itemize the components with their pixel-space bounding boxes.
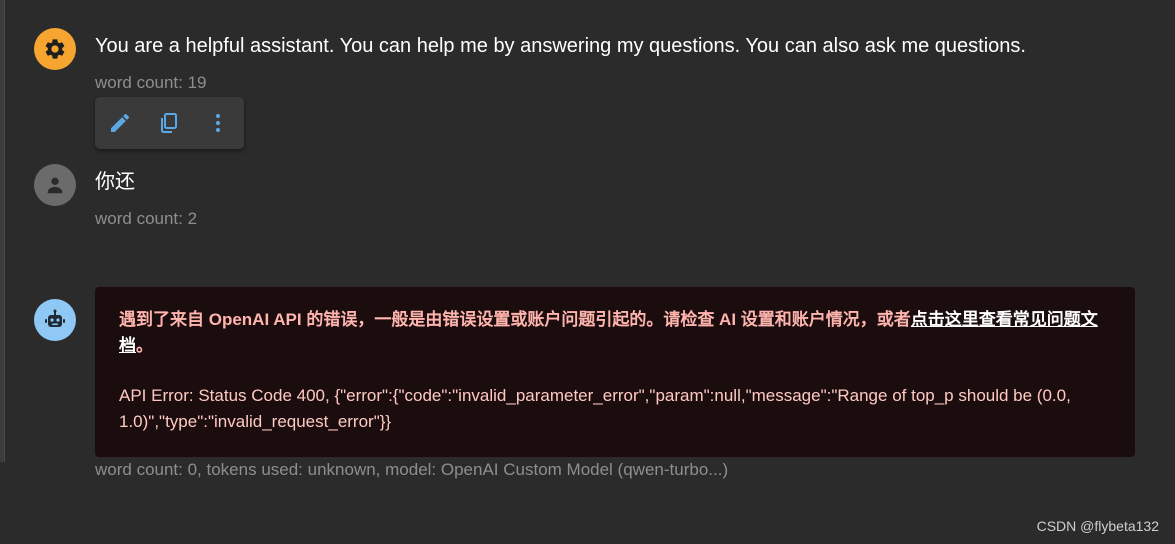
user-word-count: word count: 2 <box>95 209 198 228</box>
copy-icon <box>160 113 177 133</box>
assistant-avatar <box>34 299 76 341</box>
message-toolbar <box>95 97 244 149</box>
error-headline-end: 。 <box>136 336 153 355</box>
gear-icon <box>45 39 65 59</box>
user-avatar <box>34 164 76 206</box>
robot-icon <box>45 309 65 327</box>
chat-page: You are a helpful assistant. You can hel… <box>0 0 1175 544</box>
system-message-text: You are a helpful assistant. You can hel… <box>95 35 1026 57</box>
error-headline-text: 遇到了来自 OpenAI API 的错误，一般是由错误设置或账户问题引起的。请检… <box>119 310 911 329</box>
watermark: CSDN @flybeta132 <box>1036 518 1159 534</box>
error-headline: 遇到了来自 OpenAI API 的错误，一般是由错误设置或账户问题引起的。请检… <box>119 307 1111 359</box>
user-message-text: 你还 <box>95 171 135 193</box>
edit-button[interactable] <box>95 97 144 149</box>
person-icon <box>47 177 63 194</box>
more-vertical-icon <box>215 114 220 132</box>
edit-icon <box>110 113 129 132</box>
system-avatar <box>34 28 76 70</box>
assistant-meta: word count: 0, tokens used: unknown, mod… <box>95 460 729 479</box>
system-word-count: word count: 19 <box>95 73 207 92</box>
more-options-button[interactable] <box>193 97 242 149</box>
scrollbar[interactable] <box>0 0 5 462</box>
copy-button[interactable] <box>144 97 193 149</box>
error-message-box: 遇到了来自 OpenAI API 的错误，一般是由错误设置或账户问题引起的。请检… <box>95 287 1135 457</box>
error-detail: API Error: Status Code 400, {"error":{"c… <box>119 386 1071 431</box>
